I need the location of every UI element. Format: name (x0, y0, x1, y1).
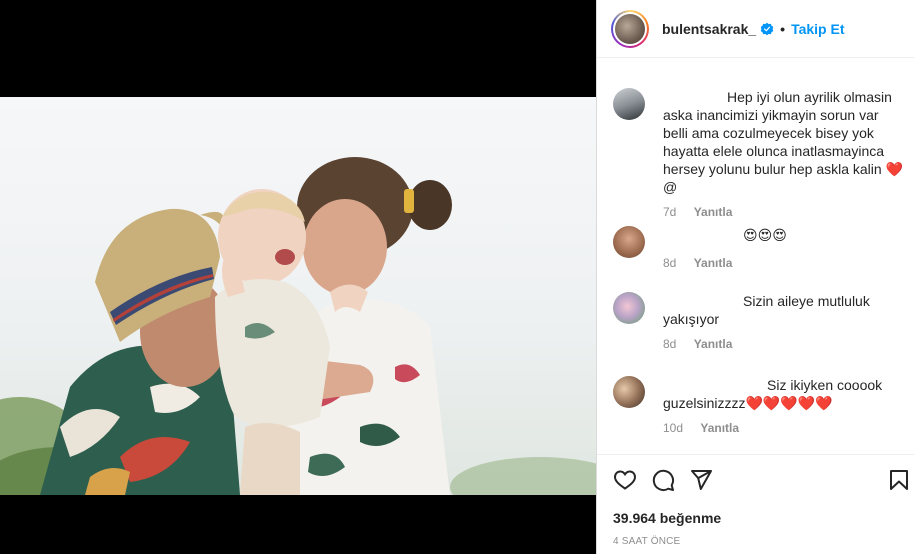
comment-body: Hep iyi olun ayrilik olmasin aska inanci… (663, 88, 903, 219)
commenter-avatar[interactable] (613, 376, 645, 408)
comment-body: 😍😍😍 8d Yanıtla (663, 226, 903, 270)
verified-badge-icon (760, 22, 774, 35)
post-actions (611, 466, 908, 494)
comment-text: Sizin aileye mutluluk yakışıyor (663, 293, 874, 327)
comment-body: Sizin aileye mutluluk yakışıyor 8d Yanıt… (663, 292, 903, 351)
comment-text: Siz ikiyken cooook guzelsinizzzz❤️❤️❤️❤️… (663, 377, 887, 411)
paper-plane-icon (691, 470, 712, 490)
bookmark-icon (890, 470, 908, 490)
like-button[interactable] (611, 466, 639, 494)
share-button[interactable] (687, 466, 715, 494)
commenter-avatar[interactable] (613, 226, 645, 258)
reply-button[interactable]: Yanıtla (694, 256, 733, 270)
post-media (0, 0, 596, 554)
comment-meta: 10d Yanıtla (663, 421, 903, 435)
comment-meta: 8d Yanıtla (663, 256, 903, 270)
heart-icon (613, 470, 637, 490)
post-side-panel: bulentsakrak_ • Takip Et Hep iyi olun ay… (596, 0, 914, 554)
post-dialog: bulentsakrak_ • Takip Et Hep iyi olun ay… (0, 0, 914, 554)
commenter-avatar[interactable] (613, 88, 645, 120)
comment-icon (652, 469, 675, 492)
comment-button[interactable] (649, 466, 677, 494)
commenter-avatar[interactable] (613, 292, 645, 324)
avatar-image (615, 13, 645, 44)
header-separator: • (780, 20, 786, 37)
family-photo-image (0, 157, 596, 495)
comment-age: 10d (663, 421, 684, 435)
likes-count[interactable]: 39.964 beğenme (613, 510, 721, 526)
comment-age: 7d (663, 205, 677, 219)
comment-age: 8d (663, 256, 677, 270)
reply-button[interactable]: Yanıtla (694, 205, 733, 219)
follow-button[interactable]: Takip Et (791, 21, 844, 37)
comment-meta: 8d Yanıtla (663, 337, 903, 351)
avatar-frame (613, 11, 647, 46)
comment-meta: 7d Yanıtla (663, 205, 903, 219)
author-username[interactable]: bulentsakrak_ (662, 21, 756, 37)
post-header: bulentsakrak_ • Takip Et (597, 0, 914, 58)
comment-body: Siz ikiyken cooook guzelsinizzzz❤️❤️❤️❤️… (663, 376, 903, 435)
comment-text: Hep iyi olun ayrilik olmasin aska inanci… (663, 89, 907, 195)
comments-list[interactable]: Hep iyi olun ayrilik olmasin aska inanci… (597, 58, 914, 454)
post-photo[interactable] (0, 97, 596, 495)
save-button[interactable] (885, 466, 913, 494)
post-timestamp[interactable]: 4 SAAT ÖNCE (613, 536, 680, 547)
comment-text: 😍😍😍 (743, 227, 787, 243)
reply-button[interactable]: Yanıtla (700, 421, 739, 435)
reply-button[interactable]: Yanıtla (694, 337, 733, 351)
comment-age: 8d (663, 337, 677, 351)
author-avatar[interactable] (611, 9, 649, 48)
actions-divider (597, 454, 914, 455)
